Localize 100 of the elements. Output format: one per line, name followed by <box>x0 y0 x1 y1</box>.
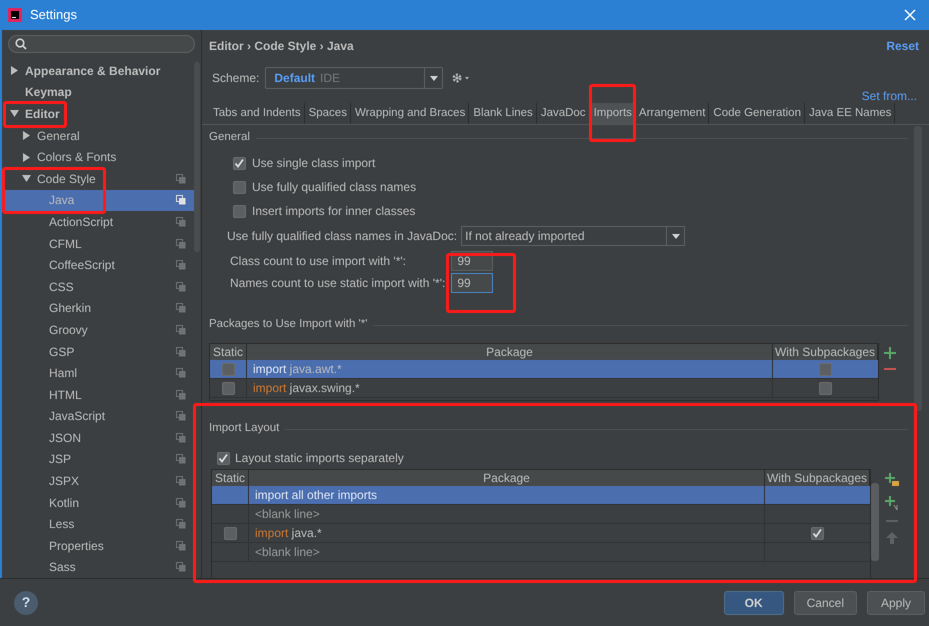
table-row[interactable]: import javax.swing.* <box>210 379 878 398</box>
tree-item[interactable]: Editor <box>2 103 194 125</box>
add-blank-line-icon[interactable] <box>885 496 899 510</box>
copy-icon <box>176 282 186 292</box>
tree-item[interactable]: CoffeeScript <box>2 254 194 276</box>
tree-item-label: JavaScript <box>49 408 106 426</box>
tree-item[interactable]: Gherkin <box>2 298 194 320</box>
checkbox-label: Use single class import <box>252 155 376 172</box>
collapse-arrow-icon[interactable] <box>22 174 31 184</box>
checkbox[interactable] <box>819 382 832 394</box>
checkbox-label: Layout static imports separately <box>235 450 404 467</box>
tree-item-label: Groovy <box>49 322 89 339</box>
scrollbar-thumb[interactable] <box>914 126 922 411</box>
table-row[interactable]: import java.awt.* <box>210 360 878 379</box>
tree-item[interactable]: CSS <box>2 276 194 298</box>
dialog-button[interactable]: OK <box>724 590 784 614</box>
tab[interactable]: Imports <box>590 103 635 124</box>
tree-item[interactable]: CFML <box>2 232 194 254</box>
tree-item-label: Editor <box>25 106 61 123</box>
tree-item[interactable]: HTML <box>2 384 194 406</box>
tree-item-label: Colors & Fonts <box>37 149 118 166</box>
set-from-link[interactable]: Set from... <box>862 90 917 102</box>
remove-icon[interactable] <box>884 367 896 371</box>
checkbox[interactable] <box>819 362 832 376</box>
checkbox[interactable] <box>233 156 246 170</box>
section-title: Import Layout <box>209 421 280 436</box>
copy-icon <box>176 411 186 422</box>
tree-item[interactable]: Kotlin <box>2 492 194 514</box>
scheme-dropdown[interactable]: Default IDE <box>265 67 444 89</box>
tree-item[interactable]: Keymap <box>2 82 194 104</box>
tree-item[interactable]: ActionScript <box>2 211 194 233</box>
scrollbar-thumb[interactable] <box>871 483 879 561</box>
tree-item-label: Sass <box>49 559 77 576</box>
tree-item[interactable]: GSP <box>2 340 194 362</box>
dialog-button[interactable]: Apply <box>867 590 925 614</box>
dropdown-arrow-icon <box>430 76 438 80</box>
table-row[interactable]: import java.* <box>212 524 870 543</box>
copy-icon <box>176 540 186 551</box>
tree-item[interactable]: JSP <box>2 448 194 470</box>
table-row[interactable]: <blank line> <box>212 543 870 562</box>
checkbox-label: Insert imports for inner classes <box>252 203 416 220</box>
checkbox[interactable] <box>222 362 234 376</box>
placeholder-text: <blank line> <box>255 506 320 523</box>
section-title: Packages to Use Import with '*' <box>209 317 368 332</box>
table-row[interactable]: <blank line> <box>212 505 870 524</box>
number-field[interactable]: 99 <box>451 273 494 293</box>
table-row[interactable]: import all other imports <box>212 486 870 505</box>
tree-item-label: JSPX <box>49 473 80 490</box>
search-field[interactable] <box>8 35 195 53</box>
copy-icon <box>176 195 186 206</box>
tab[interactable]: Arrangement <box>636 103 710 124</box>
gear-icon[interactable] <box>451 72 470 84</box>
reset-link[interactable]: Reset <box>886 37 919 55</box>
tree-item[interactable]: JSPX <box>2 470 194 492</box>
package-name: import javax.swing.* <box>253 380 360 397</box>
placeholder-text: <blank line> <box>255 544 320 561</box>
package-name: import java.* <box>255 525 322 542</box>
scrollbar-thumb[interactable] <box>194 62 200 252</box>
expand-arrow-icon[interactable] <box>22 152 31 162</box>
checkbox[interactable] <box>233 180 246 194</box>
tab[interactable]: Tabs and Indents <box>210 103 305 124</box>
checkbox[interactable] <box>224 526 236 540</box>
tree-item[interactable]: General <box>2 124 194 146</box>
scheme-label: Scheme: <box>212 70 260 87</box>
tree-item[interactable]: Colors & Fonts <box>2 146 194 168</box>
checkbox[interactable] <box>222 382 234 394</box>
tree-item[interactable]: Haml <box>2 362 194 384</box>
tree-item-label: GSP <box>49 344 76 361</box>
javadoc-dropdown[interactable]: If not already imported <box>461 226 686 246</box>
help-button[interactable]: ? <box>14 590 38 614</box>
field-label: Class count to use import with '*': <box>230 253 407 270</box>
remove-icon[interactable] <box>886 519 898 523</box>
tree-item[interactable]: Groovy <box>2 319 194 341</box>
move-up-icon[interactable] <box>886 532 898 544</box>
add-icon[interactable] <box>884 347 896 359</box>
package-name: import all other imports <box>255 487 378 504</box>
collapse-arrow-icon[interactable] <box>10 109 19 118</box>
tree-item[interactable]: JSON <box>2 427 194 449</box>
tree-item-label: Java <box>49 192 76 210</box>
tree-item[interactable]: JavaScript <box>2 406 194 428</box>
checkbox[interactable] <box>233 204 246 218</box>
copy-icon <box>176 324 186 335</box>
expand-arrow-icon[interactable] <box>10 66 19 76</box>
window-title: Settings <box>30 6 78 24</box>
tree-item[interactable]: Sass <box>2 556 194 578</box>
checkbox[interactable] <box>217 452 230 464</box>
field-label: Use fully qualified class names in JavaDoc: <box>227 228 458 245</box>
close-icon[interactable] <box>904 9 916 21</box>
checkbox[interactable] <box>811 526 824 540</box>
tree-item[interactable]: Appearance & Behavior <box>2 60 194 82</box>
tree-item[interactable]: Properties <box>2 535 194 557</box>
tree-item[interactable]: Code Style <box>2 168 194 190</box>
annotation-frame <box>589 84 636 142</box>
copy-icon <box>176 368 186 378</box>
expand-arrow-icon[interactable] <box>22 131 31 140</box>
tree-item[interactable]: Less <box>2 513 194 536</box>
tree-item-label: Properties <box>49 538 105 555</box>
dialog-button[interactable]: Cancel <box>794 590 857 614</box>
tree-item-label: Gherkin <box>49 300 92 318</box>
add-package-icon[interactable] <box>885 473 899 487</box>
